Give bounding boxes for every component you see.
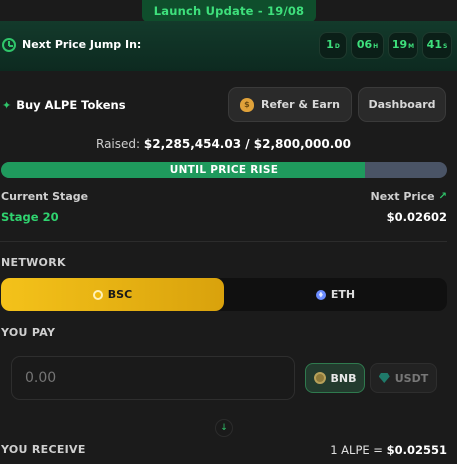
trend-up-icon: ↗	[438, 191, 447, 202]
buy-title-text: Buy ALPE Tokens	[16, 98, 126, 112]
bnb-coin-icon	[313, 372, 326, 384]
network-bsc-option[interactable]: BSC	[1, 278, 224, 311]
price-jump-bar: Next Price Jump In: 1D 06 H 19 M 41 S	[0, 21, 457, 71]
arrow-down-icon[interactable]: ↓	[215, 419, 233, 437]
current-stage-value: Stage 20	[1, 210, 59, 224]
launch-update-banner: Launch Update - 19/08	[142, 0, 316, 22]
countdown-days: 1D	[319, 32, 347, 59]
network-label: NETWORK	[1, 256, 66, 269]
countdown-timer: 1D 06 H 19 M 41 S	[319, 32, 452, 59]
raise-progress-bar: UNTIL PRICE RISE	[1, 162, 447, 178]
clock-icon	[2, 38, 16, 52]
exchange-rate: 1 ALPE = $0.02551	[330, 443, 447, 457]
raised-amount: Raised: $2,285,454.03 / $2,800,000.00	[96, 137, 351, 151]
bnb-icon	[92, 289, 103, 300]
countdown-hours: 06 H	[351, 32, 384, 59]
countdown-seconds: 41 S	[422, 32, 452, 59]
dashboard-button[interactable]: Dashboard	[358, 87, 446, 122]
refer-earn-button[interactable]: $ Refer & Earn	[228, 87, 352, 122]
next-price-label: Next Price ↗	[370, 190, 447, 203]
section-divider	[0, 241, 447, 242]
countdown-minutes: 19 M	[388, 32, 418, 59]
price-jump-label: Next Price Jump In:	[22, 38, 142, 51]
pay-amount-input[interactable]	[11, 356, 295, 400]
you-pay-label: YOU PAY	[1, 326, 56, 339]
progress-label: UNTIL PRICE RISE	[169, 164, 279, 176]
currency-bnb-button[interactable]: BNB	[305, 363, 365, 393]
eth-icon	[315, 289, 326, 300]
network-toggle: BSC ETH	[1, 278, 447, 311]
buy-title: ✦ Buy ALPE Tokens	[2, 98, 126, 112]
usdt-icon	[378, 373, 390, 383]
next-price-value: $0.02602	[386, 210, 447, 224]
money-bag-icon: $	[239, 97, 254, 112]
you-receive-label: YOU RECEIVE	[1, 443, 86, 456]
currency-usdt-button[interactable]: USDT	[370, 363, 437, 393]
network-eth-option[interactable]: ETH	[224, 278, 447, 311]
sparkle-icon: ✦	[2, 98, 12, 112]
current-stage-label: Current Stage	[1, 190, 89, 203]
